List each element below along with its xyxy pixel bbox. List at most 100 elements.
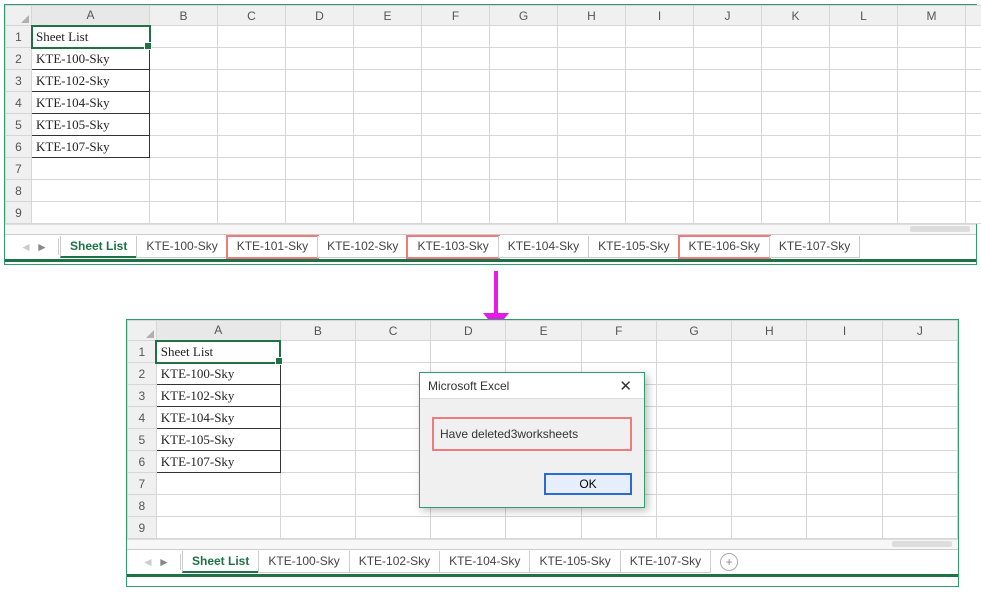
cell[interactable]: [218, 202, 286, 224]
add-sheet-button[interactable]: +: [720, 553, 738, 571]
cell[interactable]: [218, 48, 286, 70]
sheet-tab[interactable]: KTE-104-Sky: [498, 236, 589, 258]
cell[interactable]: [626, 180, 694, 202]
row-header-3[interactable]: 3: [6, 70, 32, 92]
cell[interactable]: [150, 136, 218, 158]
cell[interactable]: [558, 136, 626, 158]
cell[interactable]: [694, 158, 762, 180]
cell[interactable]: [280, 385, 355, 407]
col-header-F[interactable]: F: [581, 321, 656, 341]
row-header-9[interactable]: 9: [6, 202, 32, 224]
cell[interactable]: [32, 158, 150, 180]
row-header-1[interactable]: 1: [128, 341, 157, 363]
col-header-N[interactable]: N: [966, 6, 981, 26]
ok-button[interactable]: OK: [544, 473, 632, 495]
cell[interactable]: [431, 341, 506, 363]
cell[interactable]: [150, 202, 218, 224]
col-header-C[interactable]: C: [355, 321, 430, 341]
cell[interactable]: [422, 180, 490, 202]
cell[interactable]: [807, 429, 882, 451]
row-header-9[interactable]: 9: [128, 517, 157, 539]
sheet-tab[interactable]: KTE-107-Sky: [620, 551, 711, 573]
cell[interactable]: [694, 48, 762, 70]
col-header-G[interactable]: G: [656, 321, 731, 341]
cell[interactable]: [762, 158, 830, 180]
col-header-A[interactable]: A: [156, 321, 280, 341]
cell[interactable]: [732, 451, 807, 473]
cell[interactable]: [830, 48, 898, 70]
cell[interactable]: [898, 202, 966, 224]
cell[interactable]: [32, 202, 150, 224]
cell-A1[interactable]: Sheet List: [156, 341, 280, 363]
sheet-tab[interactable]: KTE-101-Sky: [227, 236, 318, 258]
cell[interactable]: [830, 92, 898, 114]
cell-A4[interactable]: KTE-104-Sky: [156, 407, 280, 429]
cell[interactable]: [882, 341, 957, 363]
cell[interactable]: [558, 158, 626, 180]
cell[interactable]: [354, 202, 422, 224]
cell[interactable]: [490, 26, 558, 48]
cell[interactable]: [422, 92, 490, 114]
sheet-tab[interactable]: KTE-102-Sky: [349, 551, 440, 573]
cell[interactable]: [732, 341, 807, 363]
col-header-B[interactable]: B: [280, 321, 355, 341]
cell[interactable]: [694, 136, 762, 158]
cell[interactable]: [558, 70, 626, 92]
cell[interactable]: [355, 341, 430, 363]
cell[interactable]: [558, 114, 626, 136]
cell[interactable]: [156, 495, 280, 517]
cell[interactable]: [286, 48, 354, 70]
row-header-6[interactable]: 6: [6, 136, 32, 158]
sheet-tab[interactable]: KTE-105-Sky: [588, 236, 679, 258]
row-header-4[interactable]: 4: [6, 92, 32, 114]
cell[interactable]: [966, 48, 981, 70]
cell[interactable]: [898, 92, 966, 114]
cell[interactable]: [830, 202, 898, 224]
cell-A6[interactable]: KTE-107-Sky: [156, 451, 280, 473]
cell[interactable]: [966, 70, 981, 92]
col-header-H[interactable]: H: [558, 6, 626, 26]
cell[interactable]: [354, 158, 422, 180]
cell[interactable]: [898, 70, 966, 92]
cell[interactable]: [280, 363, 355, 385]
cell[interactable]: [966, 92, 981, 114]
cell[interactable]: [280, 407, 355, 429]
cell[interactable]: [490, 158, 558, 180]
cell[interactable]: [32, 180, 150, 202]
row-header-8[interactable]: 8: [6, 180, 32, 202]
cell[interactable]: [422, 202, 490, 224]
cell[interactable]: [882, 517, 957, 539]
col-header-F[interactable]: F: [422, 6, 490, 26]
cell[interactable]: [882, 429, 957, 451]
cell[interactable]: [218, 180, 286, 202]
cell[interactable]: [286, 158, 354, 180]
col-header-G[interactable]: G: [490, 6, 558, 26]
sheet-tab[interactable]: KTE-107-Sky: [769, 236, 860, 258]
cell[interactable]: [694, 70, 762, 92]
cell[interactable]: [966, 114, 981, 136]
cell[interactable]: [286, 202, 354, 224]
cell[interactable]: [656, 429, 731, 451]
cell[interactable]: [286, 70, 354, 92]
cell[interactable]: [656, 363, 731, 385]
cell[interactable]: [830, 136, 898, 158]
cell[interactable]: [966, 26, 981, 48]
cell[interactable]: [762, 114, 830, 136]
cell[interactable]: [431, 517, 506, 539]
cell[interactable]: [882, 363, 957, 385]
cell[interactable]: [656, 517, 731, 539]
cell[interactable]: [286, 26, 354, 48]
cell[interactable]: [732, 407, 807, 429]
cell[interactable]: [626, 202, 694, 224]
cell[interactable]: [694, 92, 762, 114]
cell[interactable]: [218, 114, 286, 136]
cell[interactable]: [898, 136, 966, 158]
cell[interactable]: [558, 48, 626, 70]
cell[interactable]: [966, 202, 981, 224]
cell[interactable]: [280, 429, 355, 451]
cell-A6[interactable]: KTE-107-Sky: [32, 136, 150, 158]
select-all-corner[interactable]: [128, 321, 157, 341]
cell[interactable]: [898, 158, 966, 180]
cell[interactable]: [656, 473, 731, 495]
sheet-tab[interactable]: KTE-100-Sky: [136, 236, 227, 258]
